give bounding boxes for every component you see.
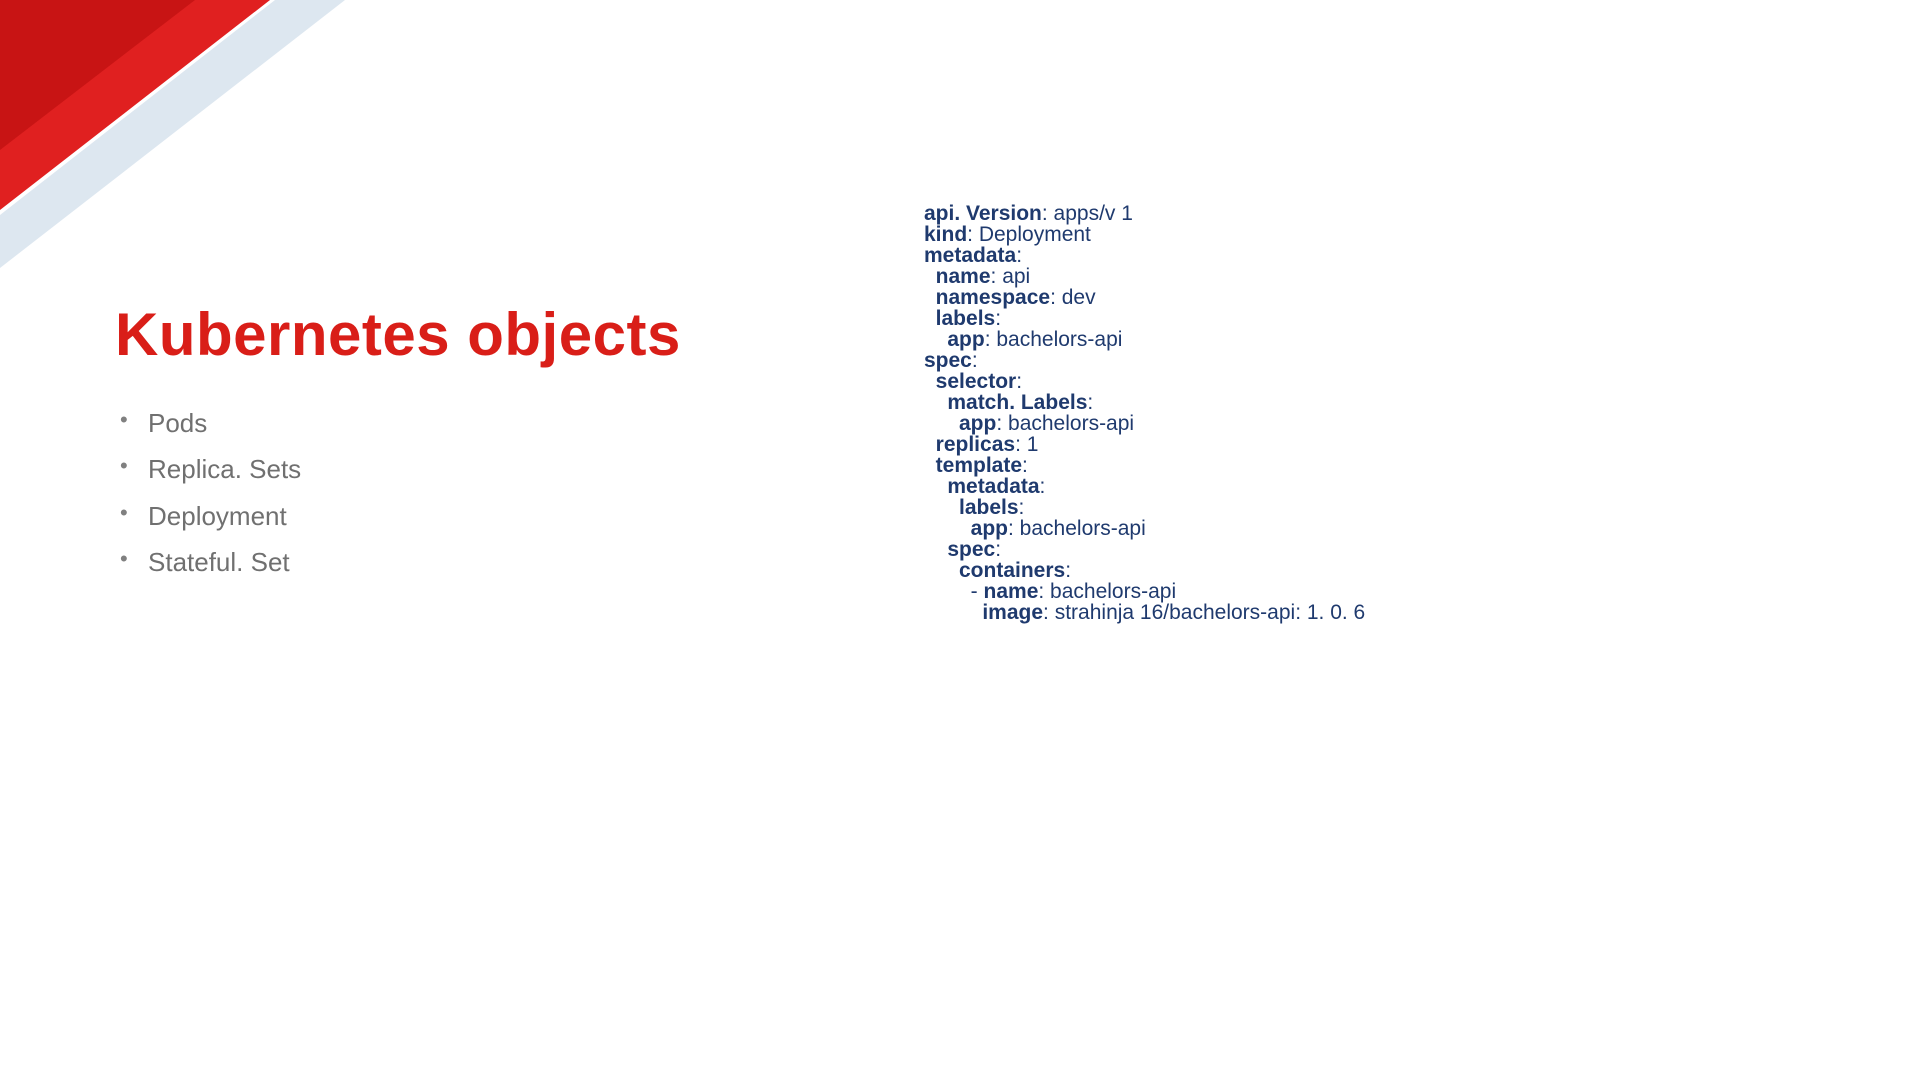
slide-title: Kubernetes objects [115, 300, 681, 369]
bullet-item-replicasets: Replica. Sets [120, 451, 301, 487]
bullet-item-deployment: Deployment [120, 498, 301, 534]
bullet-item-pods: Pods [120, 405, 301, 441]
bullet-item-statefulset: Stateful. Set [120, 544, 301, 580]
yaml-code-block: api. Version: apps/v 1 kind: Deployment … [924, 203, 1365, 623]
bullet-list: Pods Replica. Sets Deployment Stateful. … [120, 405, 301, 591]
